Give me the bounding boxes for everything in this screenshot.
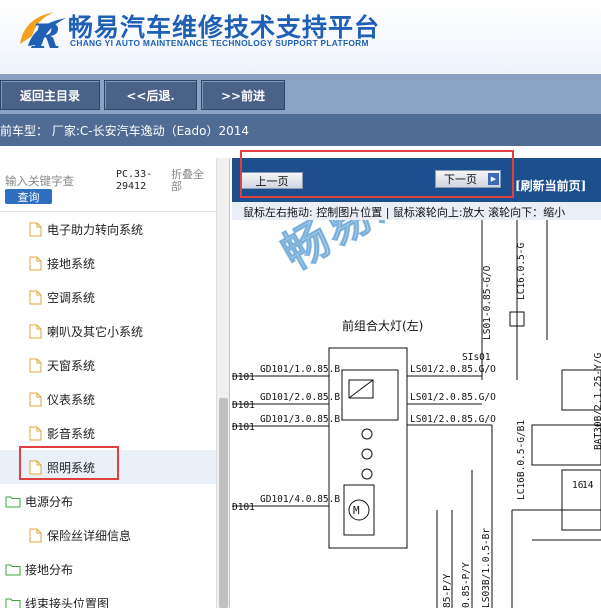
site-subtitle: CHANG YI AUTO MAINTENANCE TECHNOLOGY SUP… — [70, 38, 369, 48]
home-button[interactable]: 返回主目录 — [0, 80, 100, 110]
splice-label: SIs01 — [462, 352, 491, 363]
folder-icon — [5, 496, 21, 507]
tree-item-label: 天窗系统 — [47, 358, 96, 373]
diagram-canvas: M D101 D101 D101 D101 GD101/1.0.85.B GD1… — [232, 220, 601, 608]
tree-folder-label: 电源分布 — [25, 494, 74, 509]
svg-text:M: M — [353, 504, 360, 517]
vehicle-info-bar: 前车型： 厂家:C-长安汽车逸动（Eado）2014 — [0, 114, 601, 146]
tree-item-label: 电子助力转向系统 — [47, 222, 144, 237]
vertical-label: BAT30B/2.1.25-Y/G — [593, 352, 601, 450]
document-icon — [29, 358, 42, 372]
refresh-page-link[interactable]: [刷新当前页] — [515, 177, 586, 194]
tree-item[interactable]: 空调系统 — [0, 280, 216, 314]
wiring-diagram[interactable]: M D101 D101 D101 D101 GD101/1.0.85.B GD1… — [232, 220, 601, 608]
wire-label: GD101/1.0.85.B — [260, 364, 340, 375]
ls-label: LS01/2.0.85.G/O — [410, 414, 496, 425]
document-icon — [29, 222, 42, 236]
collapse-all-link[interactable]: 折叠全部 — [171, 169, 213, 193]
tree-item-label: 保险丝详细信息 — [47, 528, 132, 543]
left-label: D101 — [232, 502, 255, 513]
document-icon — [29, 392, 42, 406]
tree-item[interactable]: 保险丝详细信息 — [0, 518, 216, 552]
left-label: D101 — [232, 400, 255, 411]
wire-label: GD101/3.0.85.B — [260, 414, 340, 425]
document-icon — [29, 256, 42, 270]
search-button[interactable]: 查询 — [5, 189, 52, 204]
document-icon — [29, 528, 42, 542]
vertical-label: LS01-0.85-G/O — [482, 265, 493, 340]
vertical-label: 0.85-P/Y — [461, 562, 472, 608]
document-icon — [29, 426, 42, 440]
tree-item[interactable]: 影音系统 — [0, 416, 216, 450]
tree-folder[interactable]: 电源分布 — [0, 484, 216, 518]
vehicle-label: 前车型： 厂家:C-长安汽车逸动（Eado）2014 — [0, 124, 250, 138]
document-icon — [29, 290, 42, 304]
main-toolbar: 返回主目录 <<后退. >>前进 — [0, 74, 601, 114]
content-toolbar: 上一页 下一页 ▶ [刷新当前页] — [232, 158, 601, 202]
vertical-label: LS03B/1.0.5-Br — [481, 528, 492, 608]
arrow-right-icon: ▶ — [488, 173, 499, 185]
tree-folder-label: 线束接头位置图 — [25, 596, 110, 608]
svg-text:R: R — [31, 17, 60, 52]
pin-number: 14 — [582, 480, 594, 491]
tree-item-label: 照明系统 — [47, 460, 96, 475]
logo-icon: R — [20, 12, 66, 52]
tree-item-label: 仪表系统 — [47, 392, 96, 407]
wire-label: GD101/2.0.85.B — [260, 392, 340, 403]
search-area: 输入关键字查 查询 PC.33-29412 折叠全部 — [0, 158, 216, 212]
tree-item-label: 影音系统 — [47, 426, 96, 441]
prev-page-button[interactable]: 上一页 — [241, 172, 303, 189]
vertical-label: 85-P/Y — [442, 573, 453, 608]
next-page-label: 下一页 — [444, 173, 477, 186]
spacer — [0, 146, 601, 158]
tree-folder[interactable]: 接地分布 — [0, 552, 216, 586]
tree-item-label: 喇叭及其它小系统 — [47, 324, 144, 339]
app-header: R 畅易汽车维修技术支持平台 CHANG YI AUTO MAINTENANCE… — [0, 0, 601, 74]
left-label: D101 — [232, 372, 255, 383]
document-icon — [29, 324, 42, 338]
folder-icon — [5, 564, 21, 575]
tree-folder-label: 接地分布 — [25, 562, 74, 577]
tree-item[interactable]: 仪表系统 — [0, 382, 216, 416]
ls-label: LS01/2.0.85.G/O — [410, 392, 496, 403]
document-icon — [29, 460, 42, 474]
vertical-label: LC16B.0.5-G/B1 — [516, 420, 527, 500]
tree-item[interactable]: 电子助力转向系统 — [0, 212, 216, 246]
folder-icon — [5, 598, 21, 608]
tree-folder[interactable]: 线束接头位置图 — [0, 586, 216, 608]
tree-item[interactable]: 天窗系统 — [0, 348, 216, 382]
back-button[interactable]: <<后退. — [104, 80, 197, 110]
tree-item[interactable]: 接地系统 — [0, 246, 216, 280]
scrollbar-thumb[interactable] — [219, 398, 228, 608]
sidebar: 输入关键字查 查询 PC.33-29412 折叠全部 电子助力转向系统 接地系统… — [0, 158, 230, 608]
forward-button[interactable]: >>前进 — [201, 80, 285, 110]
sidebar-scrollbar[interactable] — [216, 158, 229, 608]
diagram-title: 前组合大灯(左) — [342, 318, 423, 333]
next-page-button[interactable]: 下一页 ▶ — [435, 170, 501, 188]
left-label: D101 — [232, 422, 255, 433]
tree-item[interactable]: 喇叭及其它小系统 — [0, 314, 216, 348]
content-panel: 上一页 下一页 ▶ [刷新当前页] 鼠标左右拖动: 控制图片位置 | 鼠标滚轮向… — [232, 158, 601, 608]
vertical-label: LC16.0.5-G — [516, 243, 527, 300]
search-input[interactable]: 输入关键字查 — [5, 173, 110, 189]
pc-code: PC.33-29412 — [116, 169, 153, 192]
hint-bar: 鼠标左右拖动: 控制图片位置 | 鼠标滚轮向上:放大 滚轮向下：缩小 — [232, 202, 601, 220]
tree-item-selected[interactable]: 照明系统 — [0, 450, 216, 484]
ls-label: LS01/2.0.85.G/O — [410, 364, 496, 375]
tree-item-label: 空调系统 — [47, 290, 96, 305]
tree-item-label: 接地系统 — [47, 256, 96, 271]
wire-label: GD101/4.0.85.B — [260, 494, 340, 505]
